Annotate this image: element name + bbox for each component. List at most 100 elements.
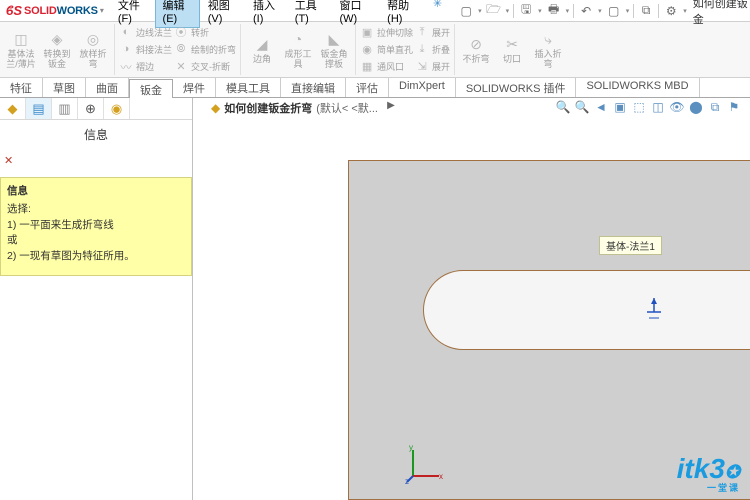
panel-tab-dimxpert[interactable]: ⊕ xyxy=(78,98,104,119)
print-icon[interactable]: 🖶 xyxy=(546,3,562,19)
lofted-icon: ◎ xyxy=(83,30,103,50)
panel-tab-display[interactable]: ◉ xyxy=(104,98,130,119)
tab-plugins[interactable]: SOLIDWORKS 插件 xyxy=(456,78,577,97)
triad-y-label: y xyxy=(409,444,413,452)
ribbon-group-bend: ⊘不折弯 ✂切口 ⤷插入折 弯 xyxy=(459,24,569,75)
hide-show-icon[interactable]: 👁 xyxy=(669,100,685,115)
graphics-viewport[interactable]: ▶ ◆ 如何创建钣金折弯 (默认< <默... 🔍 🔍 ◄ ▣ ⬚ ◫ 👁 ⬤ … xyxy=(193,98,750,500)
part-icon: ◆ xyxy=(211,101,220,115)
apply-scene-icon[interactable]: ⧉ xyxy=(707,100,723,115)
rip-button[interactable]: ✂切口 xyxy=(495,24,529,75)
ribbon: ◫基体法 兰/薄片 ◈转换到 钣金 ◎放样折 弯 ◐边线法兰 ◑斜接法兰 〰褶边… xyxy=(0,22,750,78)
new-icon[interactable]: ▢ xyxy=(458,3,474,19)
quick-access-toolbar: ▢▾ 🗁▾ 🖫▾ 🖶▾ ↶▾ ▢▾ ⧉ ⚙▾ xyxy=(458,3,687,19)
miter-flange-button[interactable]: ◑斜接法兰 xyxy=(119,41,172,57)
edge-flange-icon: ◐ xyxy=(119,25,133,39)
panel-close-icon[interactable]: ✕ xyxy=(4,154,13,167)
cross-break-button[interactable]: ✕交叉-折断 xyxy=(174,59,236,75)
triad-x-label: x xyxy=(439,472,443,481)
feature-annotation[interactable]: 基体-法兰1 xyxy=(599,236,662,255)
form-tool-icon: ◔ xyxy=(288,30,308,50)
convert-icon: ◈ xyxy=(47,30,67,50)
form-tool-button[interactable]: ◔成形工 具 xyxy=(281,24,315,75)
workspace: ◆ ▤ ▥ ⊕ ◉ 信息 ✕ 信息 选择: 1) 一平面来生成折弯线 或 2) … xyxy=(0,98,750,500)
tab-mold[interactable]: 模具工具 xyxy=(216,78,281,97)
info-message-box: 信息 选择: 1) 一平面来生成折弯线 或 2) 一现有草图为特征所用。 xyxy=(0,177,192,276)
extruded-cut-icon: ▣ xyxy=(360,25,374,39)
unfold2-icon: ⇲ xyxy=(415,60,429,74)
origin-marker[interactable] xyxy=(645,298,663,325)
ribbon-group-flange: ◐边线法兰 ◑斜接法兰 〰褶边 ⦿转折 ⦾绘制的折弯 ✕交叉-折断 xyxy=(119,24,241,75)
lofted-bend-button[interactable]: ◎放样折 弯 xyxy=(76,24,110,75)
redo-icon[interactable]: ▢ xyxy=(606,3,622,19)
undo-icon[interactable]: ↶ xyxy=(578,3,594,19)
tab-mbd[interactable]: SOLIDWORKS MBD xyxy=(576,78,699,97)
model-canvas[interactable]: 基体-法兰1 xyxy=(193,120,750,500)
tab-feature[interactable]: 特征 xyxy=(0,78,43,97)
prev-view-icon[interactable]: ◄ xyxy=(593,100,609,115)
corner-button[interactable]: ◢边角 xyxy=(245,24,279,75)
unfold-button[interactable]: ⤒展开 xyxy=(415,24,450,40)
unfold2-button[interactable]: ⇲展开 xyxy=(415,59,450,75)
jog-icon: ⦿ xyxy=(174,25,188,39)
sketched-bend-icon: ⦾ xyxy=(174,42,188,56)
tab-evaluate[interactable]: 评估 xyxy=(346,78,389,97)
hem-button[interactable]: 〰褶边 xyxy=(119,59,172,75)
insert-bend-icon: ⤷ xyxy=(538,30,558,50)
view-settings-icon[interactable]: ⚑ xyxy=(726,100,742,115)
doc-config: (默认< <默... xyxy=(316,100,378,116)
tab-sketch[interactable]: 草图 xyxy=(43,78,86,97)
ribbon-group-corner: ◢边角 ◔成形工 具 ◣钣金角 撑板 xyxy=(245,24,356,75)
base-flange-button[interactable]: ◫基体法 兰/薄片 xyxy=(4,24,38,75)
save-icon[interactable]: 🖫 xyxy=(518,3,534,19)
unfold-icon: ⤒ xyxy=(415,25,429,39)
simple-hole-icon: ◉ xyxy=(360,42,374,56)
display-style-icon[interactable]: ◫ xyxy=(650,100,666,115)
rip-icon: ✂ xyxy=(502,35,522,55)
tab-sheetmetal[interactable]: 钣金 xyxy=(129,79,173,99)
rebuild-icon[interactable]: ⧉ xyxy=(638,3,654,19)
jog-button[interactable]: ⦿转折 xyxy=(174,24,236,40)
sketched-bend-button[interactable]: ⦾绘制的折弯 xyxy=(174,41,236,57)
edge-flange-button[interactable]: ◐边线法兰 xyxy=(119,24,172,40)
vent-button[interactable]: ▦通风口 xyxy=(360,59,413,75)
open-icon[interactable]: 🗁 xyxy=(486,3,502,19)
convert-button[interactable]: ◈转换到 钣金 xyxy=(40,24,74,75)
heads-up-toolbar: 🔍 🔍 ◄ ▣ ⬚ ◫ 👁 ⬤ ⧉ ⚑ xyxy=(555,100,742,115)
command-tabs: 特征 草图 曲面 钣金 焊件 模具工具 直接编辑 评估 DimXpert SOL… xyxy=(0,78,750,98)
vent-icon: ▦ xyxy=(360,60,374,74)
tab-surface[interactable]: 曲面 xyxy=(86,78,129,97)
flyout-tree-toggle[interactable]: ▶ xyxy=(386,100,396,114)
panel-tab-config[interactable]: ▥ xyxy=(52,98,78,119)
options-icon[interactable]: ⚙ xyxy=(663,3,679,19)
tab-dimxpert[interactable]: DimXpert xyxy=(389,78,456,97)
doc-name[interactable]: 如何创建钣金折弯 xyxy=(224,100,312,116)
corner-icon: ◢ xyxy=(252,35,272,55)
simple-hole-button[interactable]: ◉简单直孔 xyxy=(360,41,413,57)
info-header: 信息 xyxy=(7,184,185,200)
tab-direct[interactable]: 直接编辑 xyxy=(281,78,346,97)
no-bend-icon: ⊘ xyxy=(466,35,486,55)
logo-text: SOLIDWORKS xyxy=(24,5,98,17)
slot-cutout[interactable] xyxy=(423,270,750,350)
panel-tab-feature-tree[interactable]: ◆ xyxy=(0,98,26,119)
zoom-fit-icon[interactable]: 🔍 xyxy=(555,100,571,115)
logo-ds-icon: ϐS xyxy=(6,3,22,18)
tab-weldment[interactable]: 焊件 xyxy=(173,78,216,97)
insert-bend-button[interactable]: ⤷插入折 弯 xyxy=(531,24,565,75)
view-orient-icon[interactable]: ⬚ xyxy=(631,100,647,115)
logo-dropdown-icon[interactable]: ▾ xyxy=(100,6,104,15)
panel-tab-property[interactable]: ▤ xyxy=(26,98,52,119)
extruded-cut-button[interactable]: ▣拉伸切除 xyxy=(360,24,413,40)
miter-flange-icon: ◑ xyxy=(119,42,133,56)
info-or: 或 xyxy=(7,233,185,249)
no-bend-button[interactable]: ⊘不折弯 xyxy=(459,24,493,75)
base-flange-icon: ◫ xyxy=(11,30,31,50)
info-line-2: 2) 一现有草图为特征所用。 xyxy=(7,249,185,265)
gusset-button[interactable]: ◣钣金角 撑板 xyxy=(317,24,351,75)
orientation-triad[interactable]: y x z xyxy=(405,444,445,484)
edit-appearance-icon[interactable]: ⬤ xyxy=(688,100,704,115)
zoom-area-icon[interactable]: 🔍 xyxy=(574,100,590,115)
section-view-icon[interactable]: ▣ xyxy=(612,100,628,115)
fold-button[interactable]: ⤓折叠 xyxy=(415,41,450,57)
